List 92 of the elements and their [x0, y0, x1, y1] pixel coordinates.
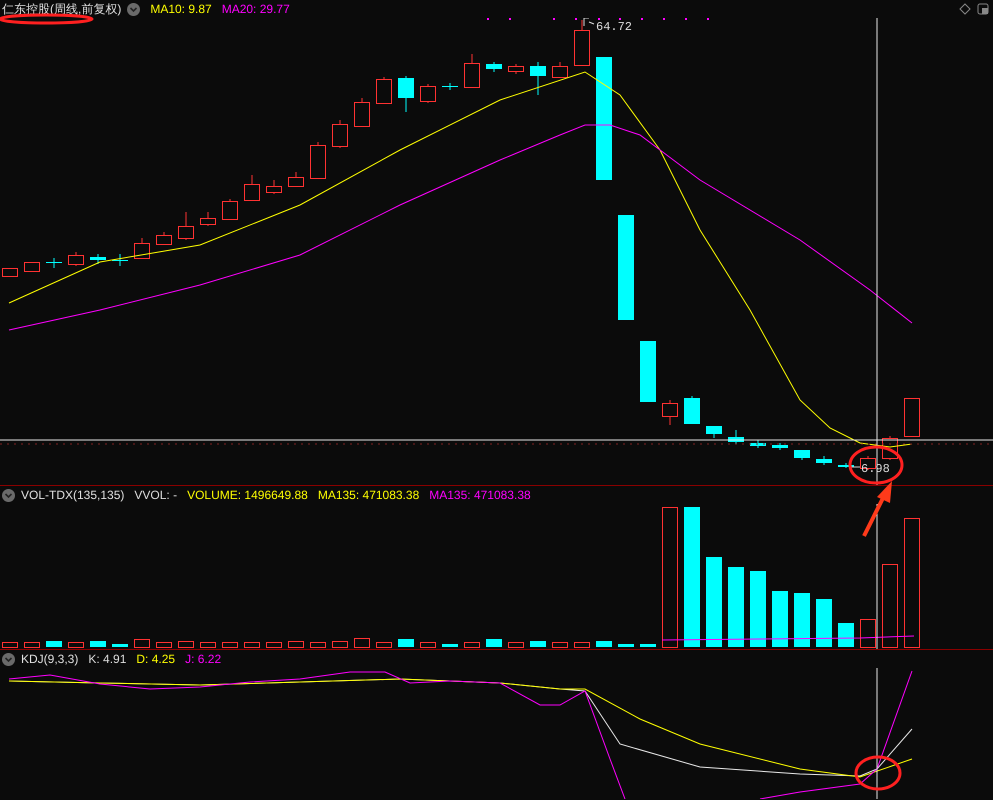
volume-bar	[288, 641, 304, 648]
indicator-value: J: 6.22	[185, 652, 222, 666]
candlestick	[398, 76, 414, 112]
candlestick	[640, 340, 656, 402]
candlestick	[46, 258, 62, 268]
candlestick	[200, 212, 216, 226]
candlestick	[68, 252, 84, 266]
dropdown-icon[interactable]	[2, 652, 15, 666]
volume-bar	[156, 642, 172, 648]
volume-bar	[310, 642, 326, 648]
volume-bar	[354, 638, 370, 648]
volume-bar	[772, 591, 788, 647]
indicator-value: MA10: 9.87	[150, 2, 212, 16]
volume-bar	[640, 644, 656, 647]
volume-bar	[860, 619, 876, 648]
indicator-value: MA135: 471083.38	[429, 488, 531, 502]
volume-bar	[508, 642, 524, 648]
candlestick	[464, 54, 480, 88]
candlestick	[662, 400, 678, 426]
candlestick	[288, 172, 304, 188]
indicator-value: D: 4.25	[136, 652, 176, 666]
volume-bar	[530, 641, 546, 647]
volume-bar	[24, 642, 40, 648]
candlestick	[134, 238, 150, 259]
indicator-title: VOL-TDX(135,135)	[21, 488, 124, 502]
volume-bar	[398, 639, 414, 647]
volume-bar	[90, 641, 106, 647]
candlestick	[156, 232, 172, 245]
dropdown-icon[interactable]	[127, 2, 140, 16]
indicator-title: KDJ(9,3,3)	[21, 652, 78, 666]
volume-bar	[200, 642, 216, 648]
volume-bar	[486, 639, 502, 647]
high-price-label: 64.72	[584, 18, 632, 34]
candlestick	[222, 198, 238, 220]
candlestick	[244, 174, 260, 201]
annotation-arrow	[862, 481, 892, 537]
candlestick	[816, 456, 832, 466]
candlestick	[750, 440, 766, 448]
volume-bar	[464, 642, 480, 648]
volume-bar	[376, 642, 392, 648]
candlestick	[508, 64, 524, 74]
candlestick	[112, 254, 128, 266]
candlestick	[706, 426, 722, 438]
volume-bar	[134, 639, 150, 648]
candlestick	[178, 212, 194, 240]
candlestick	[684, 396, 700, 424]
window-icon[interactable]	[977, 3, 989, 15]
volume-bar	[574, 642, 590, 648]
candlestick	[442, 82, 458, 90]
volume-bar	[266, 642, 282, 648]
volume-bar	[244, 642, 260, 648]
diamond-icon[interactable]	[959, 3, 971, 15]
volume-bar	[618, 644, 634, 647]
volume-bar	[596, 641, 612, 647]
candlestick	[310, 142, 326, 179]
annotation-ellipse	[854, 756, 902, 790]
candlestick	[772, 442, 788, 450]
indicator-value: VVOL: -	[134, 488, 178, 502]
candlestick	[728, 430, 744, 444]
indicator-value: MA135: 471083.38	[318, 488, 420, 502]
indicator-value: VOLUME: 1496649.88	[187, 488, 308, 502]
volume-bar	[68, 642, 84, 648]
indicator-value: K: 4.91	[88, 652, 126, 666]
candlestick	[354, 98, 370, 127]
dropdown-icon[interactable]	[2, 488, 15, 502]
volume-bar	[838, 623, 854, 647]
volume-bar	[442, 644, 458, 647]
volume-bar	[794, 593, 810, 647]
volume-bar	[552, 642, 568, 648]
candlestick	[420, 84, 436, 104]
volume-bar	[420, 642, 436, 648]
volume-bar	[332, 641, 348, 648]
volume-bar	[178, 641, 194, 648]
volume-bar	[112, 644, 128, 647]
candlestick	[90, 254, 106, 264]
volume-bar	[2, 642, 18, 648]
candlestick	[904, 398, 920, 437]
candlestick	[332, 120, 348, 148]
candlestick	[266, 180, 282, 194]
volume-bar	[46, 641, 62, 647]
candlestick	[794, 450, 810, 460]
candlestick	[376, 76, 392, 104]
volume-bar	[816, 599, 832, 647]
volume-bar	[222, 642, 238, 648]
candlestick	[2, 268, 18, 277]
candlestick	[24, 262, 40, 272]
candlestick	[486, 62, 502, 72]
candlestick	[552, 62, 568, 78]
candlestick	[838, 462, 854, 468]
candlestick	[574, 20, 590, 66]
candlestick	[530, 62, 546, 96]
indicator-value: MA20: 29.77	[222, 2, 290, 16]
